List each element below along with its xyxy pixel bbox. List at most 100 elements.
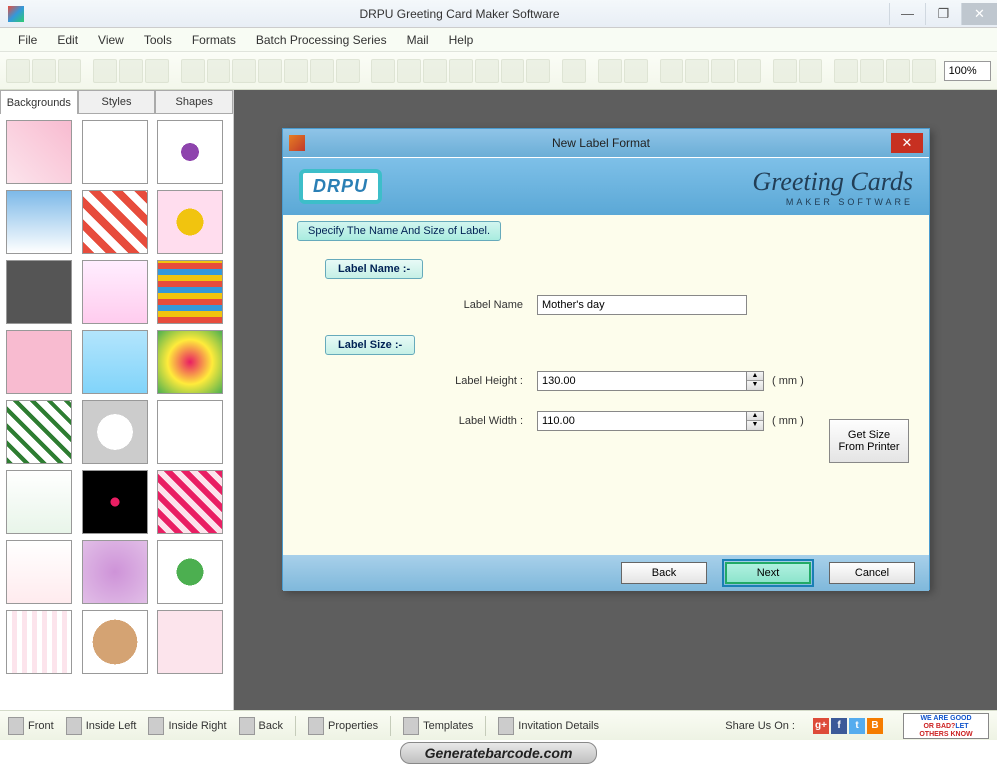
label-width-input[interactable] bbox=[537, 411, 747, 431]
tool-copy-icon[interactable] bbox=[685, 59, 709, 83]
tool-cut-icon[interactable] bbox=[660, 59, 684, 83]
feedback-button[interactable]: WE ARE GOOD OR BAD?LET OTHERS KNOW bbox=[903, 713, 989, 739]
bg-thumb[interactable] bbox=[82, 330, 148, 394]
bg-thumb[interactable] bbox=[6, 120, 72, 184]
tool-preview-icon[interactable] bbox=[232, 59, 256, 83]
menu-batch[interactable]: Batch Processing Series bbox=[246, 31, 397, 49]
menu-formats[interactable]: Formats bbox=[182, 31, 246, 49]
menubar: File Edit View Tools Formats Batch Proce… bbox=[0, 28, 997, 52]
bg-thumb[interactable] bbox=[157, 260, 223, 324]
bg-thumb[interactable] bbox=[82, 400, 148, 464]
tool-actual-icon[interactable] bbox=[860, 59, 884, 83]
get-size-from-printer-button[interactable]: Get Size From Printer bbox=[829, 419, 909, 463]
bg-thumb[interactable] bbox=[6, 400, 72, 464]
minimize-button[interactable]: — bbox=[889, 3, 925, 25]
bg-thumb[interactable] bbox=[82, 190, 148, 254]
bg-thumb[interactable] bbox=[6, 330, 72, 394]
tool-open-icon[interactable] bbox=[32, 59, 56, 83]
tool-layer-icon[interactable] bbox=[562, 59, 586, 83]
tab-backgrounds[interactable]: Backgrounds bbox=[0, 90, 78, 114]
googleplus-icon[interactable]: g+ bbox=[813, 718, 829, 734]
twitter-icon[interactable]: t bbox=[849, 718, 865, 734]
menu-help[interactable]: Help bbox=[439, 31, 484, 49]
tool-print-icon[interactable] bbox=[207, 59, 231, 83]
page-inside-left[interactable]: Inside Left bbox=[66, 717, 137, 735]
bg-thumb[interactable] bbox=[82, 540, 148, 604]
tool-shape-icon[interactable] bbox=[336, 59, 360, 83]
tool-line-icon[interactable] bbox=[526, 59, 550, 83]
bottom-bar: Front Inside Left Inside Right Back Prop… bbox=[0, 710, 997, 740]
properties-button[interactable]: Properties bbox=[308, 717, 378, 735]
tool-redo-icon[interactable] bbox=[624, 59, 648, 83]
tab-shapes[interactable]: Shapes bbox=[155, 90, 233, 114]
tool-sign-icon[interactable] bbox=[475, 59, 499, 83]
blogger-icon[interactable]: B bbox=[867, 718, 883, 734]
page-front[interactable]: Front bbox=[8, 717, 54, 735]
menu-edit[interactable]: Edit bbox=[47, 31, 88, 49]
tool-mail-icon[interactable] bbox=[501, 59, 525, 83]
back-button[interactable]: Back bbox=[621, 562, 707, 584]
bg-thumb[interactable] bbox=[157, 540, 223, 604]
tool-image-icon[interactable] bbox=[449, 59, 473, 83]
menu-view[interactable]: View bbox=[88, 31, 134, 49]
height-up-icon[interactable]: ▲ bbox=[747, 372, 763, 381]
tab-styles[interactable]: Styles bbox=[78, 90, 156, 114]
zoom-level[interactable]: 100% bbox=[944, 61, 992, 81]
tool-paste-icon[interactable] bbox=[711, 59, 735, 83]
facebook-icon[interactable]: f bbox=[831, 718, 847, 734]
tool-pen-icon[interactable] bbox=[310, 59, 334, 83]
width-up-icon[interactable]: ▲ bbox=[747, 412, 763, 421]
maximize-button[interactable]: ❐ bbox=[925, 3, 961, 25]
menu-tools[interactable]: Tools bbox=[134, 31, 182, 49]
bg-thumb[interactable] bbox=[82, 470, 148, 534]
bg-thumb[interactable] bbox=[157, 400, 223, 464]
next-button[interactable]: Next bbox=[725, 562, 811, 584]
tool-back-icon[interactable] bbox=[799, 59, 823, 83]
tool-doc-icon[interactable] bbox=[181, 59, 205, 83]
tool-save-icon[interactable] bbox=[93, 59, 117, 83]
tool-export-icon[interactable] bbox=[145, 59, 169, 83]
bg-thumb[interactable] bbox=[157, 470, 223, 534]
bg-thumb[interactable] bbox=[6, 470, 72, 534]
templates-button[interactable]: Templates bbox=[403, 717, 473, 735]
tool-undo-icon[interactable] bbox=[598, 59, 622, 83]
tool-zoomin-icon[interactable] bbox=[886, 59, 910, 83]
tool-align-icon[interactable] bbox=[371, 59, 395, 83]
invitation-icon bbox=[498, 717, 514, 735]
tool-text-icon[interactable] bbox=[423, 59, 447, 83]
menu-file[interactable]: File bbox=[8, 31, 47, 49]
page-back[interactable]: Back bbox=[239, 717, 283, 735]
bg-thumb[interactable] bbox=[157, 330, 223, 394]
tool-delete-icon[interactable] bbox=[737, 59, 761, 83]
tool-grid-icon[interactable] bbox=[834, 59, 858, 83]
cancel-button[interactable]: Cancel bbox=[829, 562, 915, 584]
bg-thumb[interactable] bbox=[157, 190, 223, 254]
tool-zoomout-icon[interactable] bbox=[912, 59, 936, 83]
tool-barcode-icon[interactable] bbox=[397, 59, 421, 83]
dialog-close-button[interactable]: ✕ bbox=[891, 133, 923, 153]
label-name-input[interactable] bbox=[537, 295, 747, 315]
label-height-input[interactable] bbox=[537, 371, 747, 391]
tool-zoom-icon[interactable] bbox=[284, 59, 308, 83]
bg-thumb[interactable] bbox=[6, 540, 72, 604]
tool-page-icon[interactable] bbox=[258, 59, 282, 83]
height-down-icon[interactable]: ▼ bbox=[747, 381, 763, 390]
tool-saveas-icon[interactable] bbox=[119, 59, 143, 83]
page-inside-right[interactable]: Inside Right bbox=[148, 717, 226, 735]
tool-front-icon[interactable] bbox=[773, 59, 797, 83]
bg-thumb[interactable] bbox=[82, 260, 148, 324]
bg-thumb[interactable] bbox=[157, 120, 223, 184]
bg-thumb[interactable] bbox=[157, 610, 223, 674]
invitation-details-button[interactable]: Invitation Details bbox=[498, 717, 599, 735]
bg-thumb[interactable] bbox=[82, 610, 148, 674]
bg-thumb[interactable] bbox=[6, 260, 72, 324]
menu-mail[interactable]: Mail bbox=[397, 31, 439, 49]
tool-close-icon[interactable] bbox=[58, 59, 82, 83]
bg-thumb[interactable] bbox=[6, 610, 72, 674]
bg-thumb[interactable] bbox=[6, 190, 72, 254]
bg-thumb[interactable] bbox=[82, 120, 148, 184]
width-down-icon[interactable]: ▼ bbox=[747, 421, 763, 430]
page-icon bbox=[148, 717, 164, 735]
close-button[interactable]: ✕ bbox=[961, 3, 997, 25]
tool-new-icon[interactable] bbox=[6, 59, 30, 83]
